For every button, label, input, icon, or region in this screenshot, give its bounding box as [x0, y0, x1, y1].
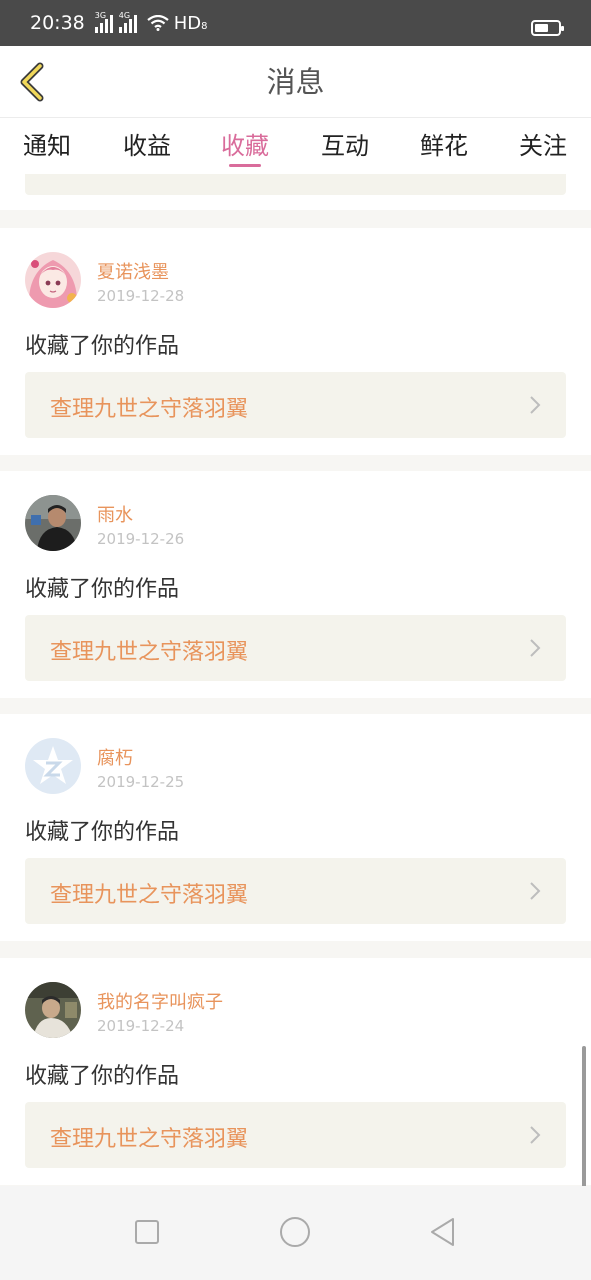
list-item-partial [0, 174, 591, 210]
page-title: 消息 [266, 65, 325, 99]
tab-favorites[interactable]: 收藏 [210, 126, 280, 161]
work-link[interactable]: 查理九世之守落羽翼 [25, 372, 566, 438]
work-link[interactable]: 查理九世之守落羽翼 [25, 615, 566, 681]
work-link[interactable]: 查理九世之守落羽翼 [25, 1102, 566, 1168]
default-star-avatar[interactable] [25, 738, 81, 794]
chevron-right-icon [530, 882, 541, 900]
list-item: 夏诺浅墨 2019-12-28 收藏了你的作品 查理九世之守落羽翼 [0, 228, 591, 455]
list-item: 我的名字叫疯子 2019-12-24 收藏了你的作品 查理九世之守落羽翼 [0, 958, 591, 1185]
username[interactable]: 雨水 [97, 501, 133, 527]
active-tab-indicator [229, 164, 261, 167]
work-title: 查理九世之守落羽翼 [50, 883, 249, 908]
username[interactable]: 腐朽 [97, 744, 133, 770]
tab-bar: 通知 收益 收藏 互动 鲜花 关注 [0, 118, 591, 174]
square-icon[interactable] [127, 1212, 167, 1252]
date: 2019-12-28 [97, 287, 185, 305]
username[interactable]: 我的名字叫疯子 [97, 988, 223, 1014]
signal-3g-icon: 3G [94, 11, 113, 33]
tab-flowers[interactable]: 鲜花 [409, 126, 479, 161]
battery-icon [531, 20, 564, 36]
work-title: 查理九世之守落羽翼 [50, 397, 249, 422]
action-text: 收藏了你的作品 [25, 820, 180, 845]
header: 消息 [0, 46, 591, 118]
work-link[interactable]: 查理九世之守落羽翼 [25, 858, 566, 924]
anime-girl-avatar[interactable] [25, 252, 81, 308]
tab-follows[interactable]: 关注 [508, 126, 578, 161]
system-nav-bar [0, 1186, 591, 1280]
tab-interactions[interactable]: 互动 [310, 126, 380, 161]
date: 2019-12-25 [97, 773, 185, 791]
triangle-back-icon[interactable] [423, 1212, 463, 1252]
photo-avatar[interactable] [25, 495, 81, 551]
work-title: 查理九世之守落羽翼 [50, 640, 249, 665]
username[interactable]: 夏诺浅墨 [97, 258, 169, 284]
circle-icon[interactable] [275, 1212, 315, 1252]
wifi-icon [147, 15, 169, 31]
chevron-right-icon [530, 396, 541, 414]
network-hd-label: HD8 [173, 12, 208, 34]
work-title: 查理九世之守落羽翼 [50, 1127, 249, 1152]
tab-notifications[interactable]: 通知 [12, 126, 82, 161]
photo-avatar[interactable] [25, 982, 81, 1038]
status-bar: 20:38 3G 4G HD8 [0, 0, 591, 46]
chevron-right-icon [530, 639, 541, 657]
screen: 20:38 3G 4G HD8 消息 通知 收益 收藏 互动 鲜花 关注 夏诺浅… [0, 0, 591, 1280]
message-list[interactable]: 夏诺浅墨 2019-12-28 收藏了你的作品 查理九世之守落羽翼 雨水 201… [0, 174, 591, 1186]
work-link-partial[interactable] [25, 174, 566, 195]
action-text: 收藏了你的作品 [25, 1064, 180, 1089]
chevron-right-icon [530, 1126, 541, 1144]
list-item: 腐朽 2019-12-25 收藏了你的作品 查理九世之守落羽翼 [0, 714, 591, 941]
action-text: 收藏了你的作品 [25, 577, 180, 602]
tab-earnings[interactable]: 收益 [112, 126, 182, 161]
signal-4g-icon: 4G [118, 11, 137, 33]
action-text: 收藏了你的作品 [25, 334, 180, 359]
list-item: 雨水 2019-12-26 收藏了你的作品 查理九世之守落羽翼 [0, 471, 591, 698]
status-time: 20:38 [30, 12, 85, 34]
date: 2019-12-24 [97, 1017, 185, 1035]
date: 2019-12-26 [97, 530, 185, 548]
scrollbar[interactable] [582, 1046, 586, 1197]
